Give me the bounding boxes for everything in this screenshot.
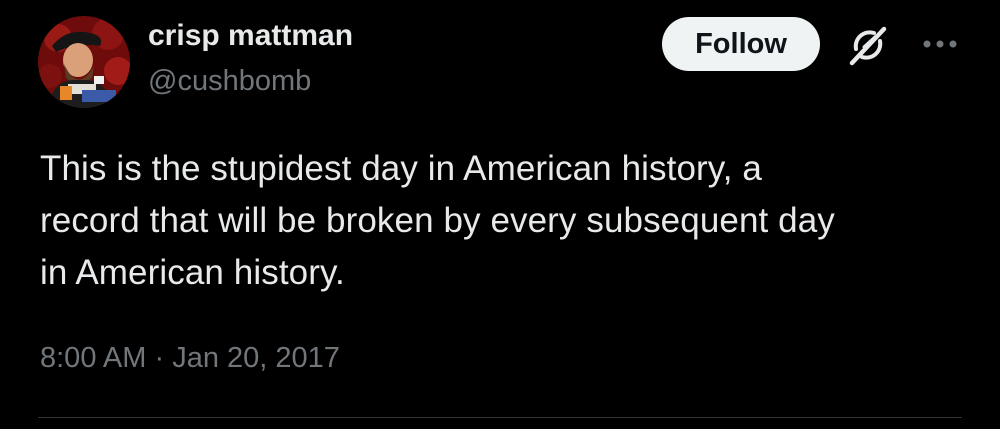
divider: [38, 417, 962, 418]
tweet-card: crisp mattman @cushbomb Follow This is t…: [0, 0, 1000, 429]
tweet-date: Jan 20, 2017: [172, 342, 340, 374]
avatar[interactable]: [38, 16, 130, 108]
tweet-text-line: This is the stupidest day in American hi…: [40, 149, 762, 188]
author-handle[interactable]: @cushbomb: [148, 63, 311, 99]
follow-button[interactable]: Follow: [662, 17, 820, 71]
grok-icon[interactable]: [846, 23, 890, 67]
author-display-name[interactable]: crisp mattman: [148, 17, 353, 55]
tweet-timestamp[interactable]: 8:00 AM · Jan 20, 2017: [40, 338, 340, 378]
more-icon[interactable]: [920, 37, 960, 51]
tweet-time: 8:00 AM: [40, 342, 147, 374]
timestamp-separator: ·: [154, 342, 165, 374]
tweet-text: This is the stupidest day in American hi…: [40, 143, 960, 299]
avatar-portrait-image: [38, 16, 130, 108]
tweet-text-line: record that will be broken by every subs…: [40, 201, 835, 240]
more-dots-glyph: [923, 40, 957, 48]
tweet-text-line: in American history.: [40, 253, 345, 292]
grok-icon-glyph: [849, 26, 887, 66]
